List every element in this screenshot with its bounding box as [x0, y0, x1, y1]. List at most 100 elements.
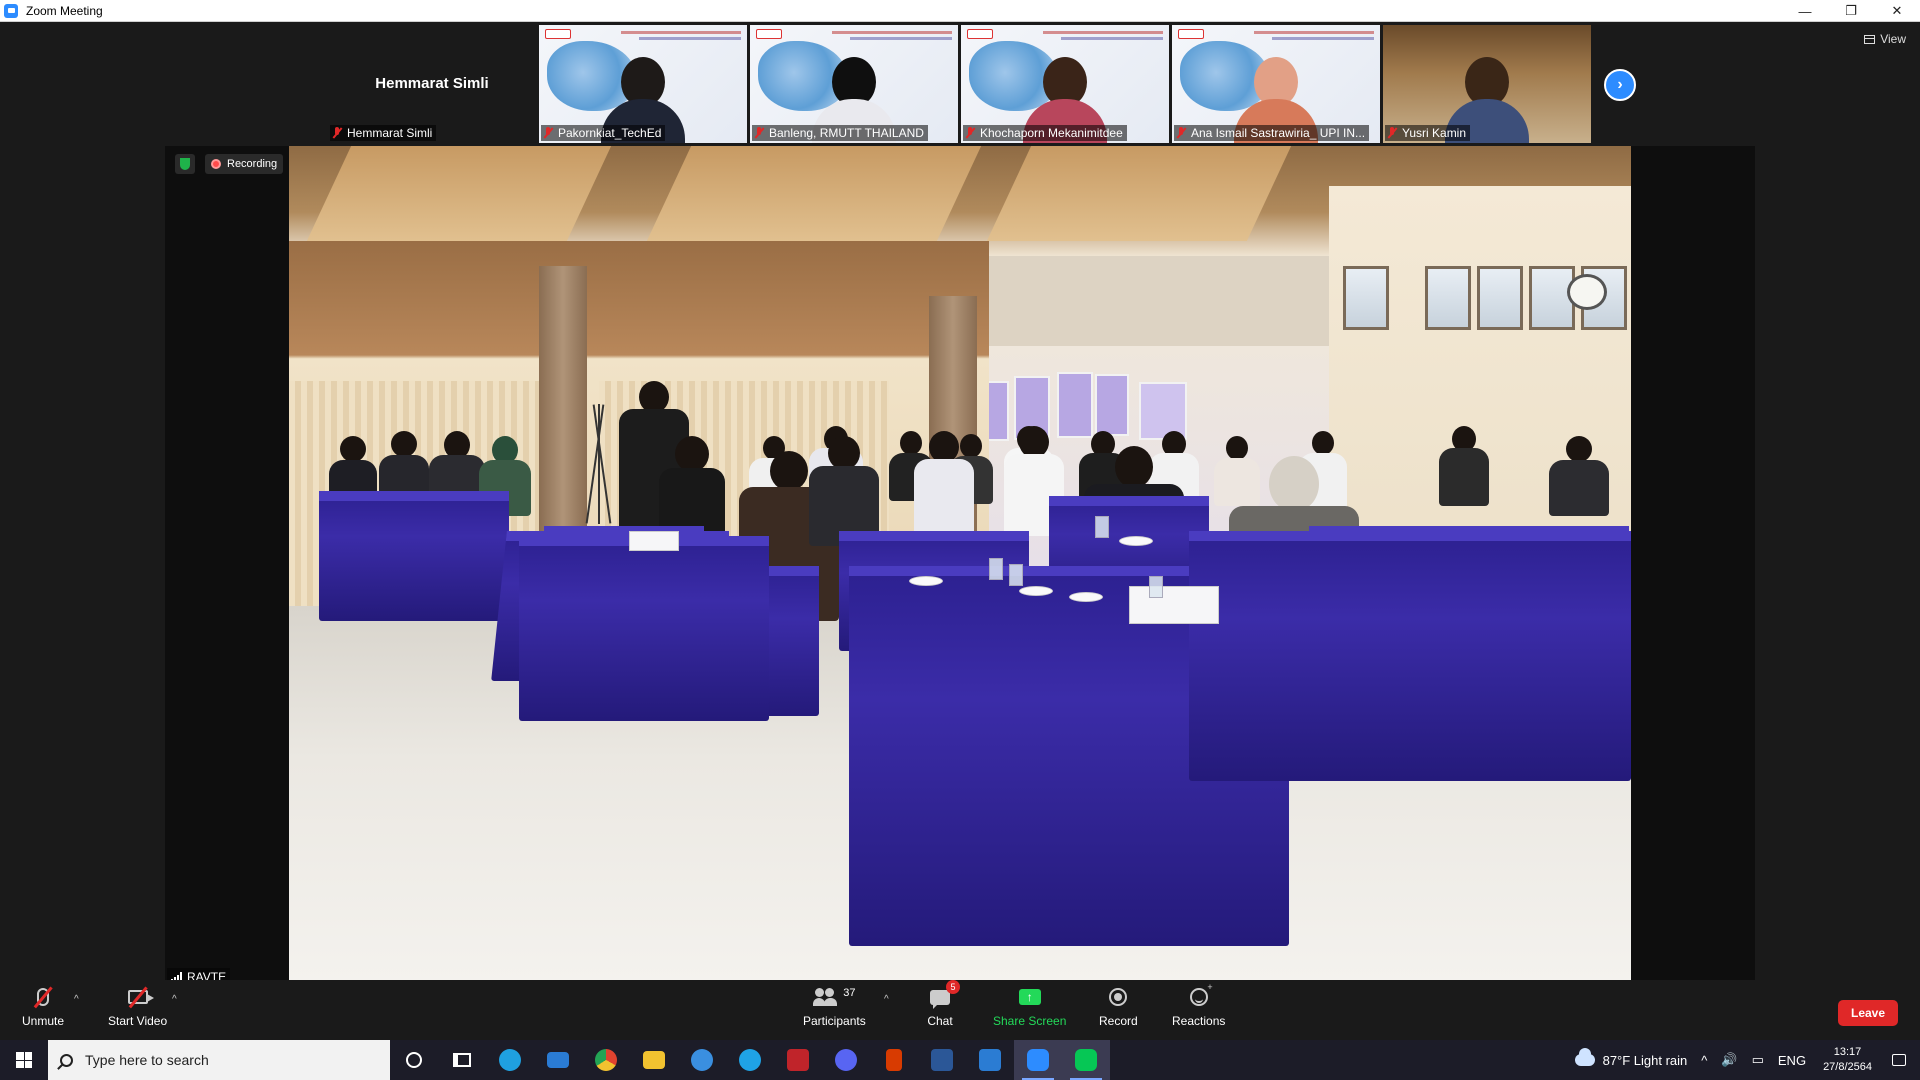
meeting-area: Hemmarat Simli Hemmarat Simli Pakornkiat… — [0, 22, 1920, 986]
word-doc-icon — [979, 1049, 1001, 1071]
speaker-icon[interactable]: 🔊 — [1721, 1052, 1737, 1068]
taskbar-file-explorer[interactable] — [630, 1040, 678, 1080]
taskbar-line[interactable] — [1062, 1040, 1110, 1080]
participants-button[interactable]: 37 Participants — [803, 984, 866, 1028]
discord-icon — [835, 1049, 857, 1071]
clock-date: 27/8/2564 — [1823, 1061, 1872, 1073]
tray-overflow-caret[interactable]: ^ — [1701, 1053, 1707, 1068]
taskbar-word-doc[interactable] — [966, 1040, 1014, 1080]
task-view-icon — [453, 1053, 471, 1067]
audio-options-caret[interactable]: ^ — [74, 994, 79, 1005]
reactions-label: Reactions — [1172, 1014, 1226, 1028]
unmute-button[interactable]: Unmute — [22, 984, 64, 1028]
main-video[interactable]: Recording RAVTE — [165, 146, 1755, 986]
participant-nameplate: Khochaporn Mekanimitdee — [963, 125, 1127, 141]
zoom-icon — [1027, 1049, 1049, 1071]
taskbar-search[interactable]: Type here to search — [48, 1040, 390, 1080]
start-button[interactable] — [0, 1040, 48, 1080]
windows-logo-icon — [16, 1052, 32, 1068]
record-label: Record — [1099, 1014, 1138, 1028]
zoom-app-icon — [4, 3, 18, 18]
taskbar-edge[interactable] — [486, 1040, 534, 1080]
view-grid-icon — [1864, 34, 1876, 44]
cloud-rain-icon — [1574, 1048, 1595, 1066]
mic-muted-icon — [1387, 127, 1397, 139]
recording-label: Recording — [227, 158, 278, 170]
file-explorer-icon — [643, 1051, 665, 1069]
weather-widget[interactable]: 87°F Light rain — [1574, 1048, 1688, 1068]
reactions-smiley-icon — [1189, 988, 1208, 1006]
task-view-button[interactable] — [438, 1040, 486, 1080]
participant-nameplate: Pakornkiat_TechEd — [541, 125, 666, 141]
taskbar-clock[interactable]: 13:17 27/8/2564 — [1823, 1045, 1872, 1075]
recording-dot-icon — [211, 159, 221, 169]
system-tray: 87°F Light rain ^ 🔊 ▭ ENG 13:17 27/8/256… — [1568, 1040, 1920, 1080]
participant-nameplate: Ana Ismail Sastrawiria_ UPI IN... — [1174, 125, 1370, 141]
participant-tile[interactable]: Hemmarat Simli Hemmarat Simli — [328, 25, 536, 143]
start-video-button[interactable]: Start Video — [108, 984, 167, 1028]
participants-label: Participants — [803, 1014, 866, 1028]
participant-name: Ana Ismail Sastrawiria_ UPI IN... — [1191, 126, 1366, 140]
participant-tile[interactable]: Ana Ismail Sastrawiria_ UPI IN... — [1172, 25, 1380, 143]
leave-button[interactable]: Leave — [1838, 1000, 1898, 1026]
encryption-shield-icon[interactable] — [175, 154, 195, 174]
app-icon — [691, 1049, 713, 1071]
clock-time: 13:17 — [1833, 1046, 1862, 1058]
restore-button[interactable]: ❐ — [1828, 0, 1874, 22]
share-screen-button[interactable]: ↑ Share Screen — [993, 984, 1066, 1028]
minimize-button[interactable]: — — [1782, 0, 1828, 22]
word-icon — [931, 1049, 953, 1071]
taskbar-app[interactable] — [678, 1040, 726, 1080]
notification-center-icon[interactable] — [1892, 1054, 1906, 1066]
recording-indicator[interactable]: Recording — [205, 154, 284, 174]
chat-button[interactable]: 5 Chat — [926, 980, 960, 1028]
chat-unread-badge: 5 — [946, 980, 960, 994]
input-language[interactable]: ENG — [1778, 1053, 1806, 1068]
participant-tile[interactable]: Yusri Kamin — [1383, 25, 1591, 143]
search-placeholder: Type here to search — [85, 1052, 209, 1068]
taskbar-game[interactable] — [774, 1040, 822, 1080]
weather-text: 87°F Light rain — [1602, 1052, 1688, 1068]
mic-muted-icon — [965, 127, 975, 139]
view-button[interactable]: View — [1864, 32, 1906, 46]
cortana-icon — [406, 1052, 422, 1068]
participant-nameplate: Hemmarat Simli — [330, 125, 437, 141]
taskbar-word[interactable] — [918, 1040, 966, 1080]
meeting-controls: Unmute ^ Start Video ^ 37 Participants ^… — [0, 980, 1920, 1040]
gallery-next-button[interactable]: › — [1604, 69, 1636, 101]
search-icon — [60, 1053, 73, 1067]
edge-icon — [499, 1049, 521, 1071]
participants-options-caret[interactable]: ^ — [884, 994, 889, 1005]
chat-label: Chat — [927, 1014, 953, 1028]
participant-name: Banleng, RMUTT THAILAND — [769, 126, 924, 140]
cortana-button[interactable] — [390, 1040, 438, 1080]
participant-tile[interactable]: Banleng, RMUTT THAILAND — [750, 25, 958, 143]
taskbar-chrome[interactable] — [582, 1040, 630, 1080]
mic-muted-icon — [332, 127, 342, 139]
participant-name: Yusri Kamin — [1402, 126, 1467, 140]
window-title-bar: Zoom Meeting — ❐ ✕ — [0, 0, 1920, 22]
unmute-label: Unmute — [22, 1014, 65, 1028]
taskbar-mail[interactable] — [534, 1040, 582, 1080]
participant-name: Khochaporn Mekanimitdee — [980, 126, 1123, 140]
taskbar-zoom[interactable] — [1014, 1040, 1062, 1080]
network-icon[interactable]: ▭ — [1752, 1052, 1764, 1068]
taskbar-office[interactable] — [870, 1040, 918, 1080]
taskbar-skype[interactable] — [726, 1040, 774, 1080]
record-button[interactable]: Record — [1099, 984, 1138, 1028]
participant-tile[interactable]: Khochaporn Mekanimitdee — [961, 25, 1169, 143]
close-button[interactable]: ✕ — [1874, 0, 1920, 22]
gallery-strip: Hemmarat Simli Hemmarat Simli Pakornkiat… — [328, 25, 1591, 143]
participant-big-name: Hemmarat Simli — [375, 75, 489, 92]
participant-name: Hemmarat Simli — [347, 126, 433, 140]
share-screen-icon: ↑ — [1018, 989, 1041, 1005]
start-video-label: Start Video — [108, 1014, 168, 1028]
video-options-caret[interactable]: ^ — [172, 994, 177, 1005]
taskbar-discord[interactable] — [822, 1040, 870, 1080]
participant-tile[interactable]: Pakornkiat_TechEd — [539, 25, 747, 143]
line-icon — [1075, 1049, 1097, 1071]
participant-nameplate: Yusri Kamin — [1385, 125, 1471, 141]
skype-icon — [739, 1049, 761, 1071]
windows-taskbar: Type here to search 87°F Light rain ^ 🔊 … — [0, 1040, 1920, 1080]
reactions-button[interactable]: + Reactions — [1172, 982, 1226, 1028]
